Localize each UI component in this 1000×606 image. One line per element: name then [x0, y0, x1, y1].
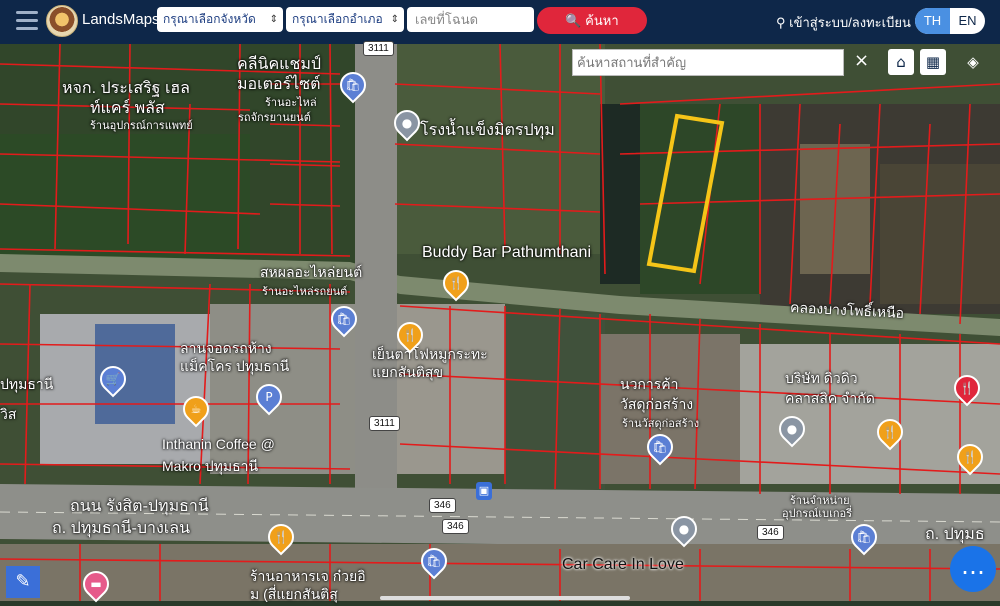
place-company-2: คลาสสิค จำกัด	[785, 390, 875, 406]
place-parts: สหผลอะไหล่ยนต์	[260, 264, 363, 280]
road-shield: 346	[429, 498, 456, 513]
place-parts-2: ร้านอะไหล่รถยนต์	[262, 286, 348, 298]
place-navakarn-2: วัสดุก่อสร้าง	[620, 396, 694, 412]
lang-en-button[interactable]: EN	[950, 8, 985, 34]
place-company: บริษัท ดิวดิว	[785, 370, 858, 386]
place-navakarn: นวการค้า	[620, 376, 679, 392]
chevron-updown-icon: ⇕	[269, 14, 278, 25]
bus-stop-icon[interactable]: ▣	[476, 482, 492, 500]
place-shop-2: อุปกรณ์เบเกอรี่	[782, 508, 853, 520]
chevron-updown-icon: ⇕	[390, 14, 399, 25]
place-buddy-bar: Buddy Bar Pathumthani	[422, 244, 591, 261]
place-car-care: Car Care In Love	[562, 556, 684, 573]
measure-tool-icon[interactable]: ✎	[6, 566, 40, 598]
road-shield: 346	[442, 519, 469, 534]
deed-number-input[interactable]: เลขที่โฉนด	[407, 7, 534, 32]
login-link[interactable]: ⚲ เข้าสู่ระบบ/ลงทะเบียน	[776, 12, 911, 33]
road-shield: 3111	[369, 416, 400, 431]
search-button-label: ค้นหา	[585, 13, 619, 28]
lang-th-button[interactable]: TH	[915, 8, 950, 34]
road-label-3: ถ. ปทุมธ	[925, 526, 985, 543]
grid-icon[interactable]: ▦	[920, 49, 946, 75]
place-clinic-3: ร้านอุปกรณ์การแพทย์	[90, 120, 193, 132]
place-search-input[interactable]: ค้นหาสถานที่สำคัญ	[572, 49, 844, 76]
user-icon: ⚲	[776, 15, 786, 30]
layers-icon[interactable]: ◈	[960, 49, 986, 75]
menu-icon[interactable]	[16, 11, 38, 31]
horizontal-scrollbar[interactable]	[380, 596, 630, 600]
close-icon[interactable]: ×	[854, 50, 869, 71]
amphoe-select-label: กรุณาเลือกอำเภอ	[292, 12, 383, 26]
language-toggle[interactable]: TH EN	[915, 8, 985, 34]
place-ice-factory: โรงน้ำแข็งมิตรปทุม	[420, 122, 555, 139]
search-icon: 🔍	[565, 13, 582, 28]
place-navakarn-3: ร้านวัสดุก่อสร้าง	[622, 418, 700, 430]
place-lot-2: แม็คโคร ปทุมธานี	[180, 358, 290, 374]
place-motor-4: รถจักรยานยนต์	[238, 112, 311, 124]
place-yen-2: แยกสันติสุข	[372, 364, 444, 380]
province-select[interactable]: กรุณาเลือกจังหวัด ⇕	[157, 7, 283, 32]
road-shield: 3111	[363, 41, 394, 56]
road-shield: 346	[757, 525, 784, 540]
province-select-label: กรุณาเลือกจังหวัด	[163, 12, 256, 26]
brand-title: LandsMaps	[82, 11, 160, 28]
search-button[interactable]: 🔍 ค้นหา	[537, 7, 647, 34]
place-coffee: Inthanin Coffee @	[162, 436, 275, 452]
map-canvas[interactable]: หจก. ประเสริฐ เฮล ท์แคร์ พลัส ร้านอุปกรณ…	[0, 41, 1000, 603]
more-options-button[interactable]: …	[950, 546, 996, 592]
place-left-1: ปทุมธานี	[0, 376, 54, 392]
logo-icon	[46, 5, 78, 37]
amphoe-select[interactable]: กรุณาเลือกอำเภอ ⇕	[286, 7, 404, 32]
road-label-2: ถ. ปทุมธานี-บางเลน	[52, 520, 191, 537]
top-bar: LandsMaps กรุณาเลือกจังหวัด ⇕ กรุณาเลือก…	[0, 0, 1000, 44]
login-label: เข้าสู่ระบบ/ลงทะเบียน	[789, 15, 911, 30]
home-icon[interactable]: ⌂	[888, 49, 914, 75]
place-restaurant-2: ม (สี่แยกสันติสุ	[250, 586, 338, 602]
place-coffee-2: Makro ปทุมธานี	[162, 458, 259, 474]
place-left-2: วิส	[0, 406, 17, 422]
